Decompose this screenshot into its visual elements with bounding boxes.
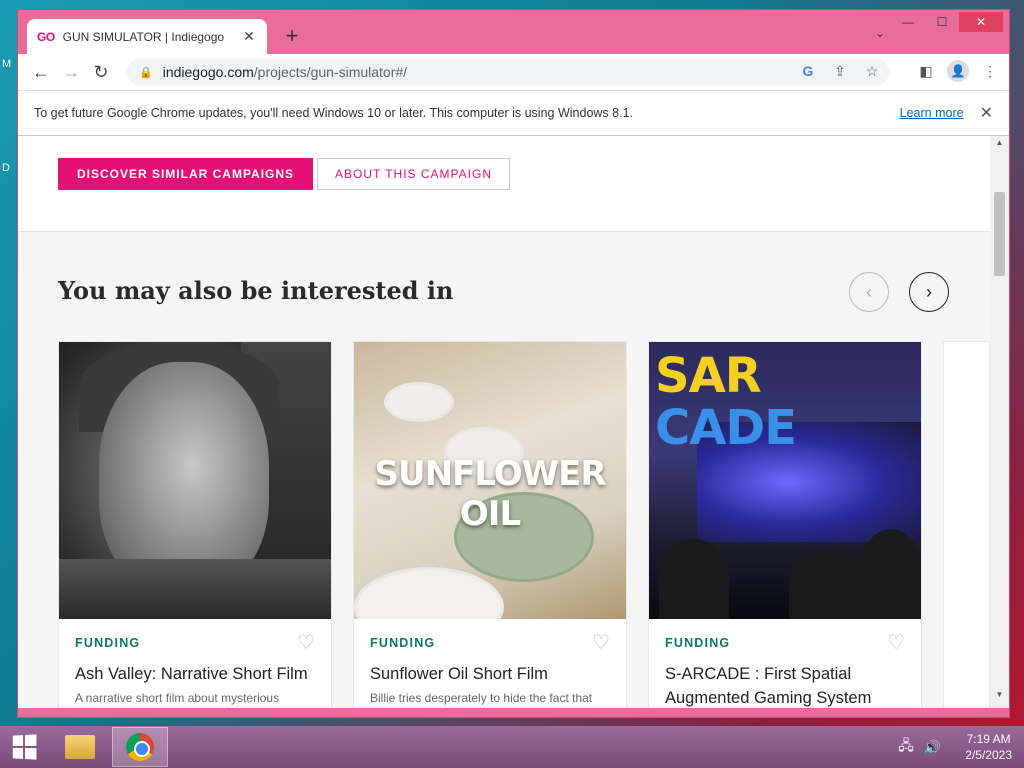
clock-date: 2/5/2023 — [965, 748, 1012, 762]
system-tray: 🖧 🔊 7:19 AM 2/5/2023 — [898, 726, 1012, 768]
heart-icon[interactable]: ♡ — [297, 630, 315, 655]
scroll-down-arrow-icon[interactable]: ▼ — [990, 690, 1009, 706]
tab-title: GUN SIMULATOR | Indiegogo — [62, 29, 225, 44]
start-button[interactable] — [0, 726, 48, 768]
tab-bar: GO GUN SIMULATOR | Indiegogo ✕ + ⌄ — ☐ ✕ — [18, 10, 1009, 54]
image-player — [859, 529, 921, 619]
card-description: A narrative short film about mysterious — [75, 691, 280, 705]
card-title[interactable]: S-ARCADE : First Spatial Augmented Gamin… — [665, 662, 915, 708]
taskbar: 🖧 🔊 7:19 AM 2/5/2023 — [0, 726, 1024, 768]
carousel-next-button[interactable]: › — [909, 272, 949, 312]
card-image-portrait[interactable] — [59, 342, 331, 619]
close-window-button[interactable]: ✕ — [959, 12, 1003, 32]
tab-gun-simulator[interactable]: GO GUN SIMULATOR | Indiegogo ✕ — [27, 19, 267, 54]
toolbar-right: ◧ 👤 ⋮ — [917, 60, 999, 82]
card-funding-label: FUNDING — [75, 636, 141, 650]
forward-button[interactable]: → — [56, 57, 86, 87]
image-scarf — [59, 559, 331, 619]
tab-search-icon[interactable]: ⌄ — [875, 26, 885, 40]
address-bar[interactable]: 🔒 indiegogo.com/projects/gun-simulator#/… — [127, 58, 889, 86]
lock-icon[interactable]: 🔒 — [139, 66, 153, 79]
side-panel-icon[interactable]: ◧ — [917, 63, 935, 80]
back-button[interactable]: ← — [26, 57, 56, 87]
url-path: /projects/gun-simulator#/ — [253, 64, 408, 80]
page-scrollbar[interactable]: ▲ ▼ — [990, 136, 1009, 708]
minimize-button[interactable]: — — [891, 12, 925, 32]
tab-close-icon[interactable]: ✕ — [241, 28, 257, 45]
carousel-prev-button[interactable]: ‹ — [849, 272, 889, 312]
image-overlay-text: SUNFLOWER OIL — [374, 454, 606, 534]
card-description: Billie tries desperately to hide the fac… — [370, 691, 593, 705]
windows-logo-icon — [12, 734, 37, 760]
network-icon[interactable]: 🖧 — [898, 735, 914, 759]
maximize-button[interactable]: ☐ — [925, 12, 959, 32]
indiegogo-favicon-icon: GO — [37, 29, 55, 44]
omnibox-actions: G ⇪ ☆ — [799, 63, 881, 80]
desktop-icon-label[interactable]: M — [2, 58, 11, 70]
profile-avatar-icon[interactable]: 👤 — [947, 60, 969, 82]
card-title[interactable]: Sunflower Oil Short Film — [370, 662, 620, 686]
browser-toolbar: ← → ↻ 🔒 indiegogo.com/projects/gun-simul… — [18, 54, 1009, 90]
image-face — [99, 362, 269, 592]
image-plate — [354, 567, 504, 619]
chrome-icon — [126, 733, 154, 761]
infobar-close-icon[interactable]: ✕ — [980, 103, 993, 123]
card-image-arcade[interactable]: SAR CADE — [649, 342, 921, 619]
taskbar-chrome[interactable] — [112, 727, 168, 767]
image-player — [659, 539, 729, 619]
campaign-card-partial[interactable] — [943, 341, 990, 708]
scroll-up-arrow-icon[interactable]: ▲ — [990, 138, 1009, 154]
system-clock[interactable]: 7:19 AM 2/5/2023 — [965, 731, 1012, 763]
desktop-icon-label[interactable]: D — [2, 162, 10, 174]
heart-icon[interactable]: ♡ — [887, 630, 905, 655]
campaign-card-s-arcade[interactable]: SAR CADE FUNDING ♡ S-ARCADE : First Spat… — [648, 341, 922, 708]
scroll-thumb[interactable] — [994, 192, 1005, 276]
menu-kebab-icon[interactable]: ⋮ — [981, 63, 999, 80]
recommendations-title: You may also be interested in — [58, 276, 454, 305]
recommendations-section: You may also be interested in ‹ › FUNDIN… — [18, 232, 990, 708]
google-lens-icon[interactable]: G — [799, 63, 817, 80]
taskbar-file-explorer[interactable] — [52, 727, 108, 767]
card-image-table[interactable]: SUNFLOWER OIL — [354, 342, 626, 619]
window-controls: — ☐ ✕ — [891, 12, 1003, 32]
card-title[interactable]: Ash Valley: Narrative Short Film — [75, 662, 325, 686]
volume-icon[interactable]: 🔊 — [924, 739, 941, 756]
card-funding-label: FUNDING — [665, 636, 731, 650]
clock-time: 7:19 AM — [966, 732, 1011, 746]
new-tab-button[interactable]: + — [279, 24, 305, 50]
campaign-card-ash-valley[interactable]: FUNDING ♡ Ash Valley: Narrative Short Fi… — [58, 341, 332, 708]
learn-more-link[interactable]: Learn more — [900, 106, 964, 120]
infobar-message: To get future Google Chrome updates, you… — [34, 106, 633, 120]
about-this-campaign-button[interactable]: ABOUT THIS CAMPAIGN — [317, 158, 510, 190]
image-plate — [384, 382, 454, 422]
url-host: indiegogo.com — [162, 64, 254, 80]
heart-icon[interactable]: ♡ — [592, 630, 610, 655]
discover-similar-campaigns-button[interactable]: DISCOVER SIMILAR CAMPAIGNS — [58, 158, 313, 190]
page-content: DISCOVER SIMILAR CAMPAIGNS ABOUT THIS CA… — [18, 136, 990, 708]
card-funding-label: FUNDING — [370, 636, 436, 650]
update-infobar: To get future Google Chrome updates, you… — [18, 90, 1009, 136]
bookmark-star-icon[interactable]: ☆ — [863, 63, 881, 80]
campaign-card-sunflower-oil[interactable]: SUNFLOWER OIL FUNDING ♡ Sunflower Oil Sh… — [353, 341, 627, 708]
image-player — [789, 549, 869, 619]
folder-icon — [65, 735, 95, 759]
campaign-actions: DISCOVER SIMILAR CAMPAIGNS ABOUT THIS CA… — [18, 136, 990, 232]
share-icon[interactable]: ⇪ — [831, 63, 849, 80]
sarcade-logo-line1: SAR — [655, 348, 762, 404]
reload-button[interactable]: ↻ — [86, 57, 116, 87]
browser-window: GO GUN SIMULATOR | Indiegogo ✕ + ⌄ — ☐ ✕… — [17, 9, 1010, 718]
sarcade-logo-line2: CADE — [655, 400, 797, 456]
